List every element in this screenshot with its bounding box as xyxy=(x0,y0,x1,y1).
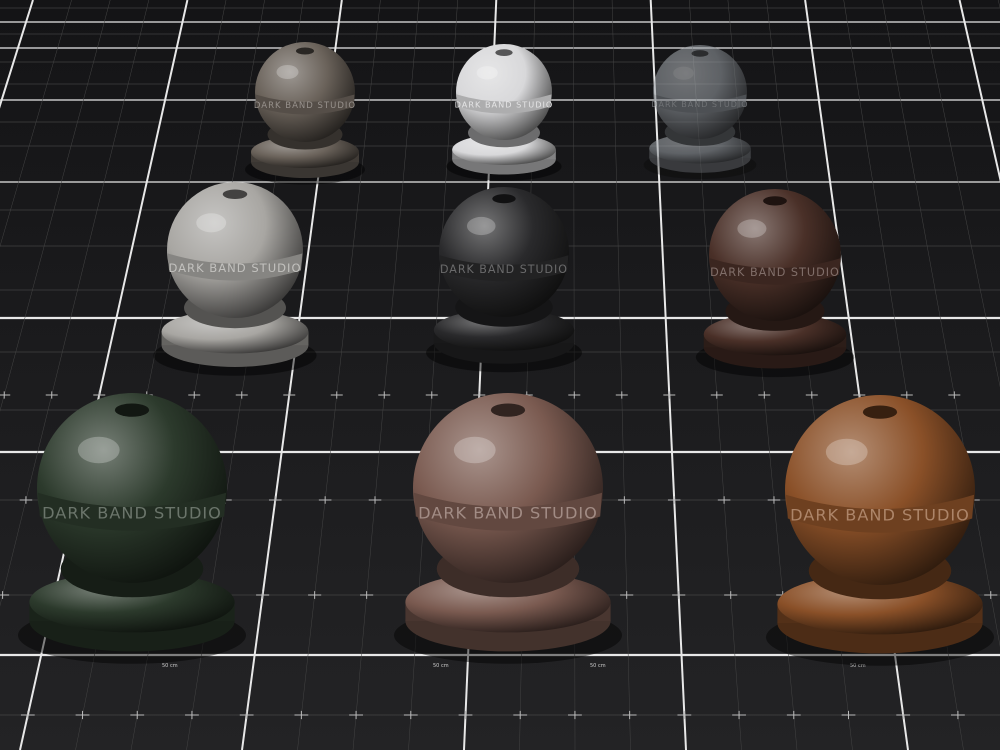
brand-engraving: DARK BAND STUDIO xyxy=(42,503,222,522)
grid-scale-label: 50 cm xyxy=(433,663,449,669)
grid-scale-label: 50 cm xyxy=(590,663,606,669)
sphere-hole xyxy=(862,405,898,419)
sphere xyxy=(167,182,303,318)
sphere xyxy=(439,187,569,317)
sphere-hole xyxy=(222,189,248,200)
specular-highlight xyxy=(276,65,299,79)
sphere-hole xyxy=(490,403,526,417)
brand-engraving: DARK BAND STUDIO xyxy=(455,99,554,109)
sphere xyxy=(653,45,747,139)
brand-engraving: DARK BAND STUDIO xyxy=(710,266,840,279)
sphere xyxy=(255,42,355,142)
sphere-hole xyxy=(763,196,787,206)
sphere xyxy=(37,393,227,583)
specular-highlight xyxy=(737,219,767,238)
specular-highlight xyxy=(453,436,496,464)
sphere-hole xyxy=(296,47,314,55)
specular-highlight xyxy=(825,438,868,466)
brand-engraving: DARK BAND STUDIO xyxy=(790,505,970,524)
grid-scale-label: 50 cm xyxy=(162,663,178,669)
brand-engraving: DARK BAND STUDIO xyxy=(168,261,301,275)
sphere-hole xyxy=(691,50,709,57)
sphere xyxy=(709,189,841,321)
material-preview-render: 50 cm 50 cm 50 cm 50 cm DARK BAND STUDIO DAR… xyxy=(0,0,1000,750)
sphere-hole xyxy=(495,49,513,56)
specular-highlight xyxy=(476,66,498,80)
sphere-hole xyxy=(492,194,516,204)
brand-engraving: DARK BAND STUDIO xyxy=(254,101,356,111)
specular-highlight xyxy=(673,66,694,80)
specular-highlight xyxy=(196,213,227,233)
sphere-hole xyxy=(114,403,150,417)
specular-highlight xyxy=(77,436,120,464)
specular-highlight xyxy=(466,216,496,236)
brand-engraving: DARK BAND STUDIO xyxy=(652,100,749,109)
sphere xyxy=(456,44,552,140)
sphere xyxy=(413,393,603,583)
brand-engraving: DARK BAND STUDIO xyxy=(418,503,598,522)
sphere xyxy=(785,395,975,585)
brand-engraving: DARK BAND STUDIO xyxy=(440,263,568,276)
